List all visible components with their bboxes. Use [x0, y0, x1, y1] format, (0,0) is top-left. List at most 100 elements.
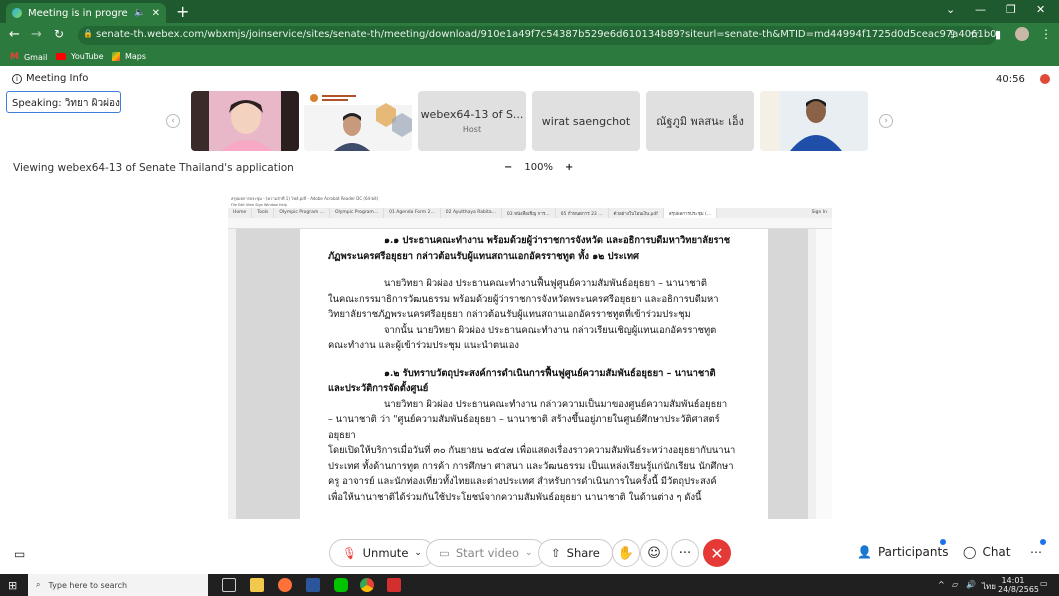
doc-tab: 03 หนังสือเชิญ การ... — [502, 208, 556, 218]
recording-indicator-icon[interactable] — [1040, 74, 1050, 84]
profile-avatar[interactable] — [1015, 27, 1029, 41]
language-indicator[interactable]: ไทย — [982, 580, 996, 593]
shared-screen[interactable]: สรุปผลการประชุม - (ความจำที่ 1) ไฟล์.pdf… — [228, 194, 832, 519]
doc-line: ๑.๑ ประธานคณะทำงาน พร้อมด้วยผู้ว่าราชการ… — [384, 235, 731, 246]
doc-tab: 02 Ayutthaya Rabita... — [441, 208, 502, 218]
file-explorer-icon[interactable] — [250, 578, 264, 592]
doc-line: เพื่อให้นานาชาติได้ร่วมกันใช้ประโยชน์จาก… — [328, 491, 702, 503]
shared-doc-scrollbar — [808, 229, 816, 519]
firefox-icon[interactable] — [278, 578, 292, 592]
doc-tab: Olympic Program ... — [274, 208, 330, 218]
url-text: senate-th.webex.com/wbxmjs/joinservice/s… — [96, 29, 996, 40]
meeting-info-button[interactable]: i Meeting Info — [12, 73, 88, 84]
unmute-button[interactable]: 🎙 Unmute ⌄ — [329, 539, 435, 567]
back-arrow-icon[interactable]: ← — [9, 27, 20, 42]
task-view-icon[interactable] — [222, 578, 236, 592]
doc-tab: Tools — [252, 208, 275, 218]
acrobat-icon[interactable] — [387, 578, 401, 592]
volume-icon[interactable]: 🔊 — [966, 580, 976, 589]
raise-hand-button[interactable]: ✋ — [612, 539, 640, 567]
bookmark-youtube[interactable]: YouTube — [56, 52, 104, 61]
youtube-icon — [56, 53, 66, 60]
reactions-button[interactable]: ☺ — [640, 539, 668, 567]
browser-menu-icon[interactable]: ⋮ — [1040, 27, 1052, 41]
zoom-in-button[interactable]: + — [565, 162, 573, 173]
zoom-out-button[interactable]: − — [504, 162, 512, 173]
mic-muted-icon: 🎙 — [342, 546, 357, 560]
doc-line: ๑.๒ รับทราบวัตถุประสงค์การดำเนินการฟื้นฟ… — [384, 367, 716, 379]
end-call-button[interactable]: ✕ — [703, 539, 731, 567]
shared-doc-page: ๑.๑ ประธานคณะทำงาน พร้อมด้วยผู้ว่าราชการ… — [300, 229, 768, 519]
forward-arrow-icon[interactable]: → — [31, 27, 42, 42]
doc-tab: สรุปผลการประชุม (... — [663, 208, 718, 218]
word-icon[interactable] — [306, 578, 320, 592]
share-page-icon[interactable]: ⇪ — [948, 28, 957, 41]
tab-close-icon[interactable]: ✕ — [152, 8, 160, 19]
captions-icon[interactable]: ▭ — [14, 547, 25, 561]
shared-doc-tools-panel — [816, 229, 832, 519]
restore-button[interactable]: ❐ — [1006, 3, 1016, 16]
participant-tile-video[interactable] — [191, 91, 299, 151]
participant-name: webex64-13 of S... — [420, 108, 524, 121]
url-field[interactable]: 🔒 senate-th.webex.com/wbxmjs/joinservice… — [78, 26, 996, 45]
hand-icon: ✋ — [617, 545, 635, 561]
more-options-button[interactable]: ··· — [671, 539, 699, 567]
more-notification-dot — [1040, 539, 1046, 545]
participant-name: wirat saengchot — [541, 114, 631, 128]
meeting-timer: 40:56 — [996, 74, 1025, 85]
chevron-down-icon: ⌄ — [414, 548, 422, 558]
participants-next-arrow-icon[interactable]: › — [879, 114, 893, 128]
notification-icon[interactable]: ▭ — [1040, 579, 1048, 588]
webex-favicon-icon — [12, 8, 22, 18]
doc-spacer — [328, 354, 742, 366]
new-tab-button[interactable]: + — [176, 2, 189, 21]
participant-tile-video[interactable] — [760, 91, 868, 151]
start-video-button[interactable]: ▭ Start video ⌄ — [426, 539, 546, 567]
doc-line: ภัฏพระนครศรีอยุธยา กล่าวต้อนรับผู้แทนสถา… — [328, 250, 639, 262]
network-icon[interactable]: ▱ — [952, 580, 958, 589]
participant-video-man-slide — [304, 91, 412, 151]
chat-button[interactable]: ◯ Chat — [963, 545, 1010, 559]
participant-video-man — [760, 91, 868, 151]
more-panels-button[interactable]: ⋯ — [1030, 545, 1042, 559]
gmail-icon: M — [10, 52, 19, 62]
chrome-icon[interactable] — [360, 578, 374, 592]
close-window-button[interactable]: ✕ — [1036, 3, 1045, 16]
participants-prev-arrow-icon[interactable]: ‹ — [166, 114, 180, 128]
tab-search-chevron-icon[interactable]: ⌄ — [946, 3, 955, 16]
reload-icon[interactable]: ↻ — [54, 27, 64, 41]
participant-role: Host — [462, 125, 482, 134]
close-icon: ✕ — [710, 543, 724, 563]
participants-notification-dot — [940, 539, 946, 545]
doc-line: คณะทำงาน และผู้เข้าร่วมประชุม แนะนำตนเอง — [328, 340, 519, 351]
bookmark-label: Gmail — [23, 52, 48, 62]
browser-tab[interactable]: Meeting is in progress... 🔈 ✕ — [6, 3, 166, 23]
chat-bubble-icon: ◯ — [963, 545, 977, 559]
search-icon: ⌕ — [36, 580, 41, 589]
shared-doc-toolbar — [228, 218, 832, 229]
sidebar-toggle-icon[interactable]: ▮ — [995, 28, 1001, 41]
more-icon: ··· — [678, 545, 692, 561]
bookmark-gmail[interactable]: M Gmail — [10, 52, 47, 62]
chevron-down-icon: ⌄ — [525, 548, 533, 558]
participant-tile[interactable]: ณัฐภูมิ พลสนะ เอ็ง — [646, 91, 754, 151]
participant-tile-video[interactable] — [304, 91, 412, 151]
line-icon[interactable] — [334, 578, 348, 592]
taskbar-clock[interactable]: 14:01 24/8/2565 — [998, 576, 1039, 594]
bookmark-maps[interactable]: Maps — [112, 52, 146, 61]
bookmarks-bar: M Gmail YouTube Maps — [0, 48, 1059, 66]
participant-tile-host[interactable]: webex64-13 of S... Host — [418, 91, 526, 151]
participants-button[interactable]: 👤 Participants — [857, 545, 948, 559]
doc-spacer — [328, 264, 742, 276]
taskbar-search[interactable]: ⌕ Type here to search — [28, 574, 208, 596]
bookmark-star-icon[interactable]: ☆ — [969, 27, 980, 41]
share-button[interactable]: ⇧ Share — [538, 539, 613, 567]
tray-chevron-icon[interactable]: ^ — [938, 580, 945, 589]
windows-start-icon[interactable]: ⊞ — [8, 579, 17, 592]
smiley-icon: ☺ — [647, 545, 661, 561]
bookmark-label: Maps — [125, 52, 147, 61]
participant-tile[interactable]: wirat saengchot — [532, 91, 640, 151]
speaker-icon[interactable]: 🔈 — [134, 8, 145, 18]
minimize-button[interactable]: — — [975, 3, 986, 16]
doc-line: ในคณะกรรมาธิการวัฒนธรรม พร้อมด้วยผู้ว่าร… — [328, 293, 719, 305]
